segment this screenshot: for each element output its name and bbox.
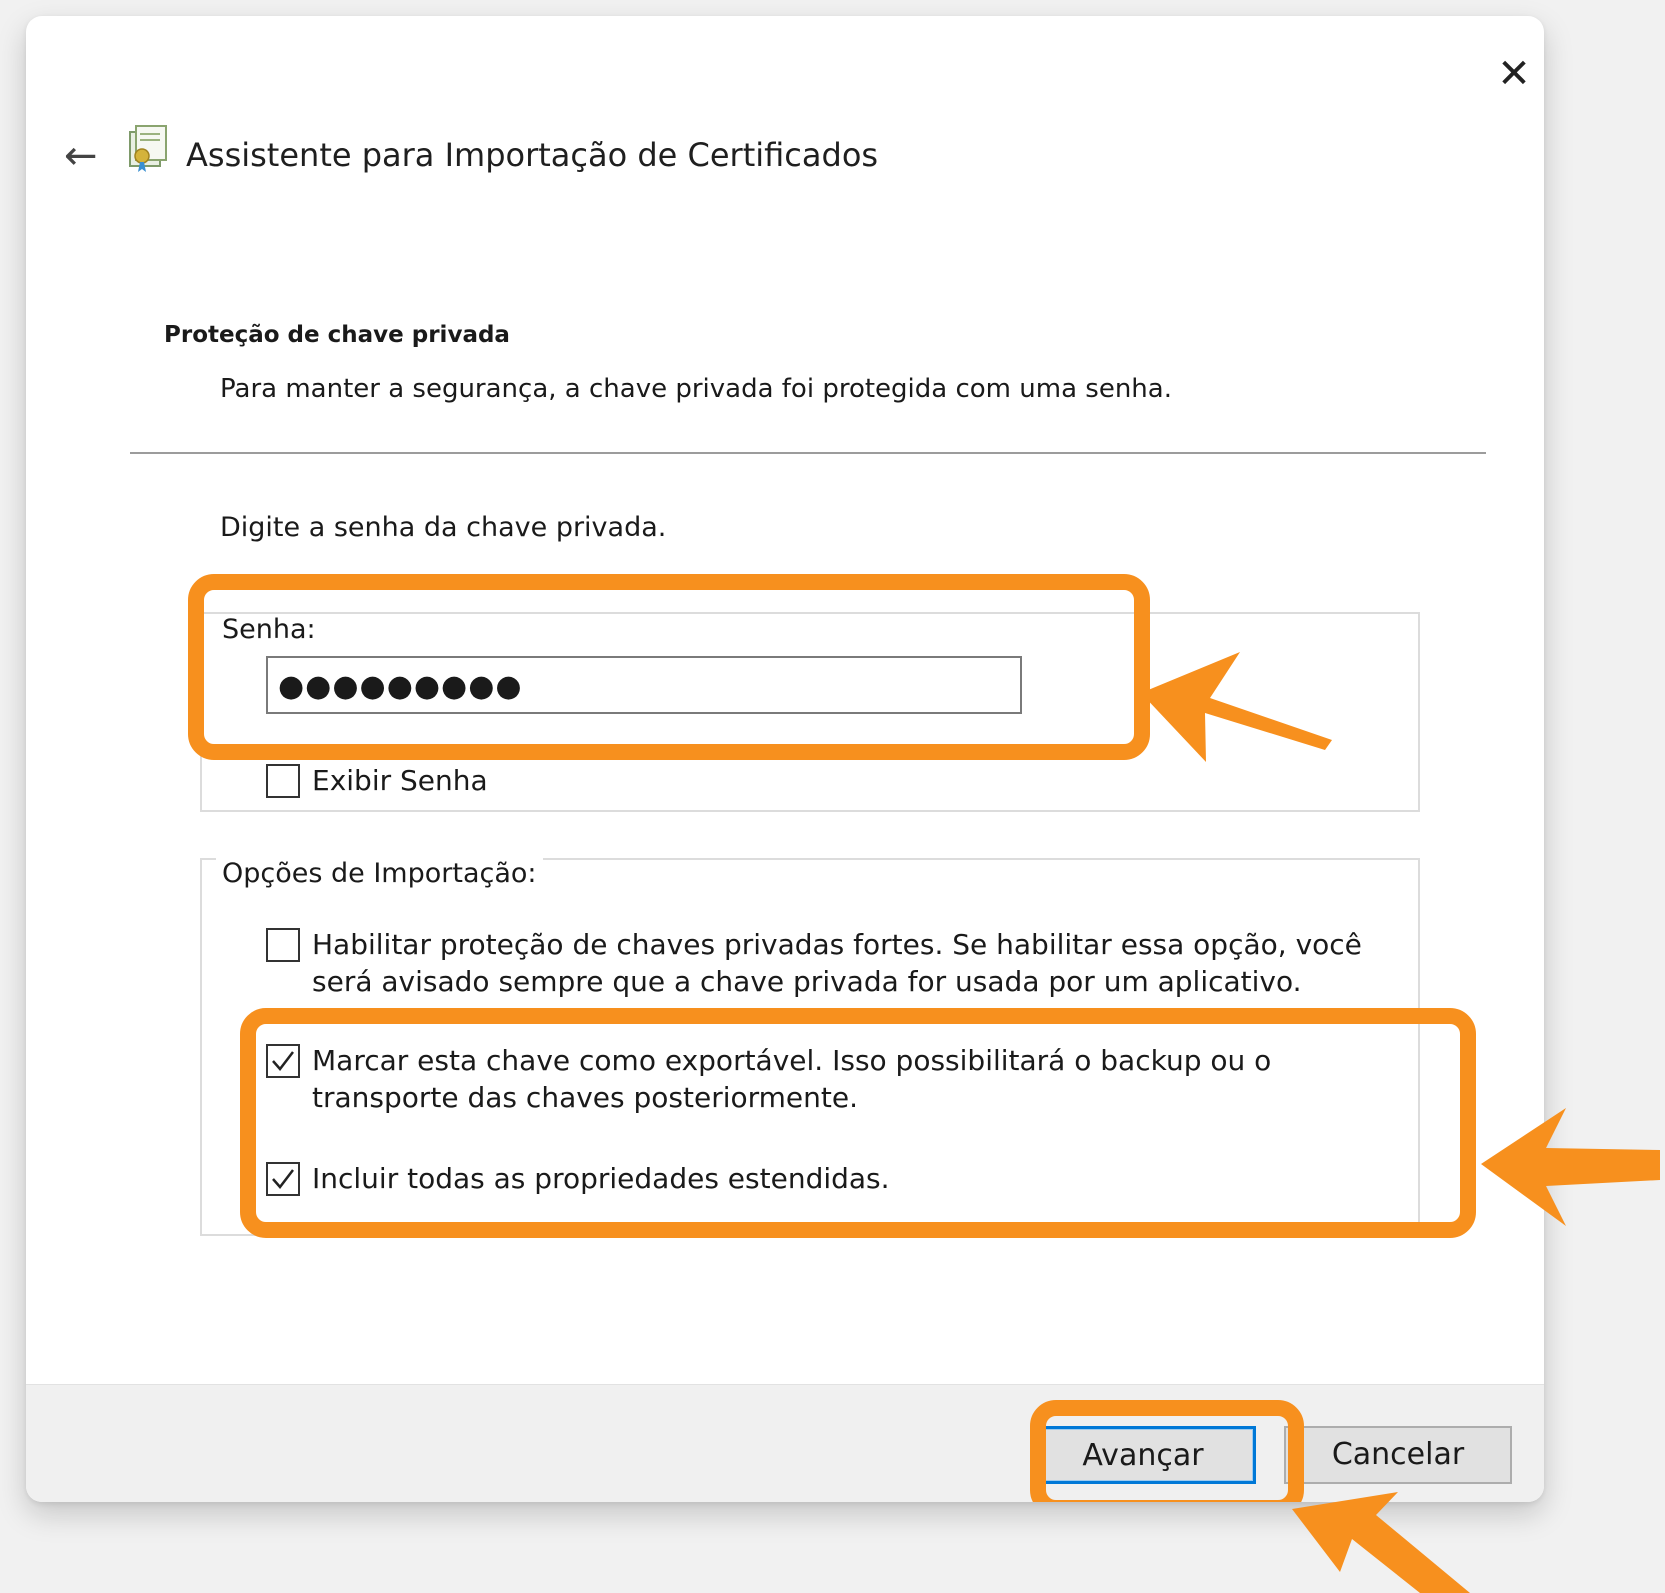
section-heading: Proteção de chave privada <box>164 322 510 348</box>
header-divider <box>130 452 1486 454</box>
window-title: Assistente para Importação de Certificad… <box>186 136 879 174</box>
close-icon[interactable]: ✕ <box>1494 54 1534 94</box>
strong-protection-checkbox[interactable] <box>266 928 300 962</box>
show-password-label[interactable]: Exibir Senha <box>312 762 488 799</box>
password-highlight <box>188 574 1150 760</box>
password-prompt: Digite a senha da chave privada. <box>220 512 667 543</box>
pointer-arrow-icon <box>1292 1492 1470 1593</box>
next-button-highlight <box>1030 1400 1304 1502</box>
certificate-import-dialog: ✕ ← Assistente para Importação de Certif… <box>26 16 1544 1502</box>
strong-protection-label[interactable]: Habilitar proteção de chaves privadas fo… <box>312 926 1402 1000</box>
cancel-button[interactable]: Cancelar <box>1284 1426 1512 1484</box>
certificate-wizard-icon <box>129 125 167 172</box>
import-options-label: Opções de Importação: <box>216 858 543 889</box>
show-password-checkbox[interactable] <box>266 764 300 798</box>
section-description: Para manter a segurança, a chave privada… <box>220 374 1172 404</box>
options-highlight <box>240 1008 1476 1238</box>
back-arrow-icon[interactable]: ← <box>64 134 108 178</box>
